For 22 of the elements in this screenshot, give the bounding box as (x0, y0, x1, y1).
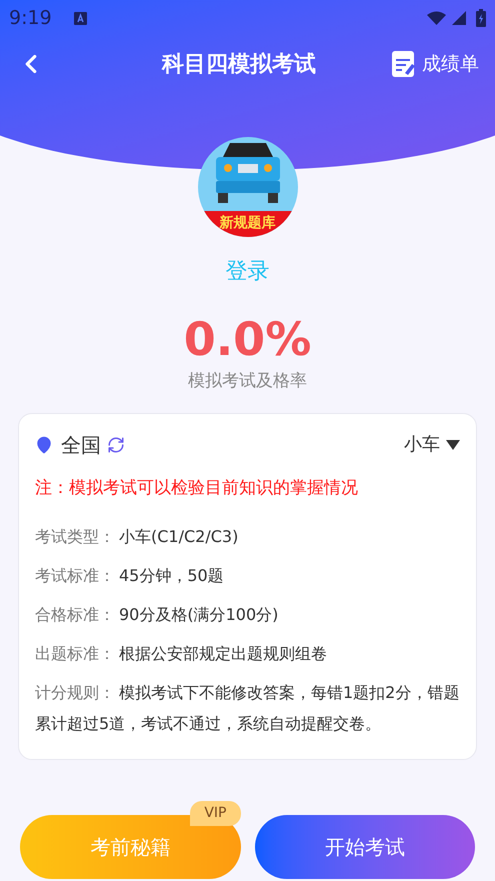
wifi-icon (427, 11, 446, 25)
vehicle-dropdown[interactable]: 小车 (404, 431, 460, 458)
signal-icon (452, 11, 466, 25)
pass-rate: 0.0% (184, 316, 312, 362)
pass-rate-caption: 模拟考试及格率 (188, 370, 307, 393)
status-time: 9:19 (9, 6, 52, 31)
exam-info-line: 出题标准： 根据公安部规定出题规则组卷 (35, 643, 328, 665)
score-report-button[interactable]: 成绩单 (392, 50, 479, 78)
exam-info-line: 合格标准： 90分及格(满分100分) (35, 604, 280, 626)
location-pin-icon (35, 436, 53, 454)
report-icon (392, 51, 416, 77)
battery-icon (476, 9, 486, 27)
refresh-icon[interactable] (107, 436, 125, 454)
exam-info-line: 计分规则： 模拟考试下不能修改答案，每错1题扣2分，错题累计超过5道，考试不通过，系统自动提醒交卷。 (35, 682, 460, 735)
region-label: 全国 (61, 432, 101, 458)
exam-info-line: 考试标准： 45分钟，50题 (35, 565, 225, 587)
action-button[interactable]: 开始考试 (254, 815, 475, 879)
exam-notice: 注：模拟考试可以检验目前知识的掌握情况 (35, 476, 359, 500)
exam-info-line: 考试类型： 小车(C1/C2/C3) (35, 526, 240, 548)
page-title: 科目四模拟考试 (162, 50, 316, 78)
vip-badge: VIP (190, 801, 240, 826)
dropdown-caret-icon (446, 440, 460, 450)
